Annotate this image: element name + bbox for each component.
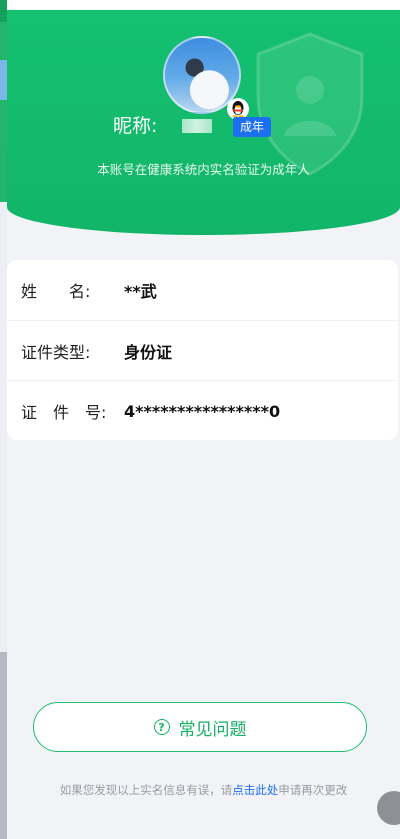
adult-status-badge: 成年	[233, 117, 272, 137]
background-window-edge	[0, 0, 7, 839]
real-name-info-page: 昵称: 成年 本账号在健康系统内实名验证为成年人 姓 名: **武 证件类型: …	[0, 0, 400, 839]
id-number-label: 证 件 号:	[21, 403, 107, 422]
id-number-value: 4****************0	[124, 401, 281, 421]
nickname-row: 昵称: 成年	[7, 113, 400, 139]
shield-icon	[256, 32, 364, 176]
name-row: 姓 名: **武	[7, 260, 398, 320]
nickname-value-masked	[182, 119, 212, 133]
faq-button[interactable]: ? 常见问题	[33, 702, 367, 752]
id-type-row: 证件类型: 身份证	[7, 320, 398, 381]
floating-assistant-button[interactable]	[377, 791, 400, 825]
id-type-label: 证件类型:	[21, 343, 91, 362]
verification-note: 本账号在健康系统内实名验证为成年人	[97, 162, 310, 177]
faq-button-label: 常见问题	[178, 719, 247, 740]
footer-note-prefix: 如果您发现以上实名信息有误，请	[59, 783, 233, 797]
footer-note-suffix: 申请再次更改	[278, 783, 348, 797]
footer-note: 如果您发现以上实名信息有误，请点击此处申请再次更改	[7, 782, 400, 798]
question-circle-icon: ?	[153, 719, 170, 735]
id-number-row: 证 件 号: 4****************0	[7, 380, 398, 441]
id-type-value: 身份证	[124, 343, 173, 362]
nickname-label: 昵称:	[113, 115, 158, 137]
identity-info-card: 姓 名: **武 证件类型: 身份证 证 件 号: 4*************…	[7, 260, 398, 440]
name-label: 姓 名:	[21, 282, 91, 301]
click-here-link[interactable]: 点击此处	[232, 783, 278, 797]
name-value: **武	[124, 282, 157, 301]
top-bar	[7, 0, 400, 10]
